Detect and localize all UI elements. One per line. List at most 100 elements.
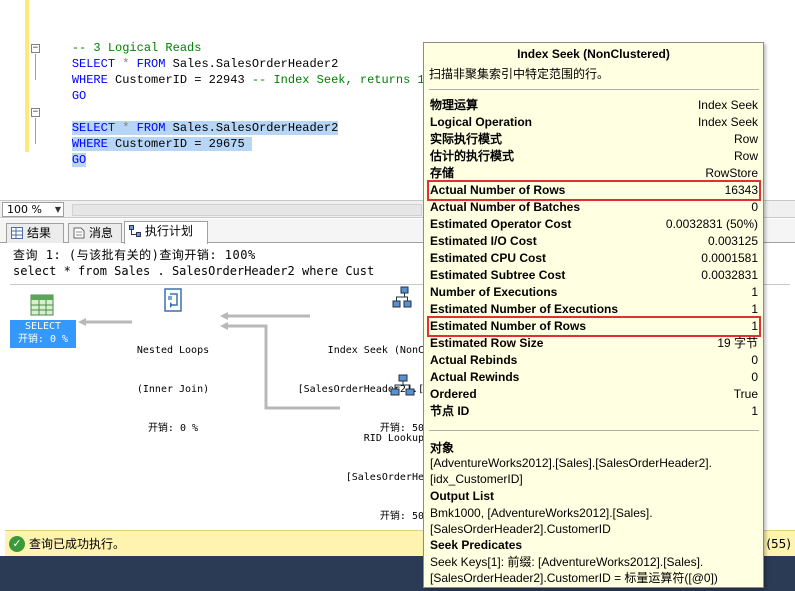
property-name: Estimated Row Size (430, 336, 544, 350)
zoom-select[interactable]: 100 % ▼ (2, 202, 64, 217)
property-name: Ordered (430, 387, 477, 401)
nested-loops-subtitle: (Inner Join) (136, 384, 210, 395)
property-value: RowStore (705, 166, 758, 180)
tooltip-property-row: Estimated I/O Cost 0.003125 (429, 233, 759, 250)
tab-results[interactable]: 结果 (6, 223, 64, 243)
property-value: 0 (751, 200, 758, 214)
tooltip-property-row: Actual Number of Batches 0 (429, 199, 759, 216)
property-value: 1 (751, 319, 758, 333)
object-value: [AdventureWorks2012].[Sales].[SalesOrder… (430, 456, 712, 486)
property-name: 实际执行模式 (430, 132, 503, 146)
object-heading: 对象 (430, 441, 455, 455)
code-line-7[interactable]: GO (43, 136, 87, 167)
dropdown-arrow-icon: ▼ (54, 205, 61, 214)
property-value: 1 (751, 404, 758, 418)
collapse-toggle-2[interactable]: − (31, 108, 40, 117)
tooltip-property-row: Logical Operation Index Seek (429, 114, 759, 131)
grid-icon (11, 227, 23, 239)
property-value: 0 (751, 370, 758, 384)
select-operator-name: SELECT (24, 321, 62, 332)
rid-lookup-operator[interactable]: RID Lookup [SalesOrderHe 开销: 50 (330, 406, 424, 549)
tooltip-property-row: 估计的执行模式 Row (429, 148, 759, 165)
tooltip-divider (429, 430, 759, 431)
property-value: Row (733, 149, 758, 163)
tab-messages[interactable]: 消息 (68, 223, 122, 243)
rid-lookup-icon[interactable] (390, 374, 416, 398)
rid-lookup-subtitle: [SalesOrderHe (345, 472, 424, 483)
output-list-value: Bmk1000, [AdventureWorks2012].[Sales]. [… (430, 506, 653, 536)
tooltip-property-row: Estimated Number of Rows 1 (427, 316, 761, 337)
tooltip-property-row: Actual Rewinds 0 (429, 369, 759, 386)
tooltip-title: Index Seek (NonClustered) (517, 47, 670, 61)
property-name: 存储 (430, 166, 455, 180)
nested-loops-icon[interactable] (162, 288, 184, 312)
operator-properties-tooltip: Index Seek (NonClustered) 扫描非聚集索引中特定范围的行… (423, 42, 764, 588)
tooltip-property-row: Estimated Operator Cost 0.0032831 (50%) (429, 216, 759, 233)
tooltip-description: 扫描非聚集索引中特定范围的行。 (429, 67, 610, 81)
outline-guide-2 (35, 118, 36, 144)
seek-predicates-value: Seek Keys[1]: 前缀: [AdventureWorks2012].[… (430, 555, 718, 585)
property-name: 物理运算 (430, 98, 479, 112)
code-line-3[interactable]: WHERE CustomerID = 22943 -- Index Seek, … (43, 56, 461, 87)
tooltip-property-row: 实际执行模式 Row (429, 131, 759, 148)
property-name: Actual Rebinds (430, 353, 518, 367)
index-seek-name: Index Seek (NonC (327, 345, 424, 356)
code-line-2[interactable]: SELECT * FROM Sales.SalesOrderHeader2 (43, 40, 338, 71)
property-value: 0.0032831 (701, 268, 758, 282)
property-name: Estimated Number of Rows (430, 319, 587, 333)
nested-loops-cost: 开销: 0 % (147, 423, 199, 434)
nested-loops-operator[interactable]: Nested Loops (Inner Join) 开销: 0 % (124, 318, 222, 461)
code-line-5[interactable]: SELECT * FROM Sales.SalesOrderHeader2 (43, 104, 339, 135)
code-line-4[interactable]: GO (43, 72, 86, 103)
tab-execution-plan-label: 执行计划 (145, 224, 194, 238)
collapse-toggle-1[interactable]: − (31, 44, 40, 53)
select-operator-cost: 开销: 0 % (17, 334, 69, 345)
where-clause: CustomerID = 29675 (107, 137, 245, 151)
rid-lookup-cost: 开销: 50 (379, 511, 424, 522)
success-check-icon: ✓ (9, 536, 25, 552)
property-value: 16343 (724, 183, 758, 197)
select-operator-icon[interactable] (30, 294, 54, 316)
tooltip-property-row: 物理运算 Index Seek (429, 97, 759, 114)
tooltip-property-row: 节点 ID 1 (429, 403, 759, 420)
tooltip-property-row: Estimated CPU Cost 0.0001581 (429, 250, 759, 267)
property-name: Estimated Subtree Cost (430, 268, 566, 282)
nested-loops-name: Nested Loops (136, 345, 210, 356)
tab-messages-label: 消息 (89, 226, 114, 240)
message-icon (73, 227, 85, 239)
code-line-1[interactable]: -- 3 Logical Reads (43, 24, 202, 55)
property-value: 0.003125 (707, 234, 758, 248)
property-name: 节点 ID (430, 404, 470, 418)
where-clause: CustomerID = 22943 (107, 73, 252, 87)
tooltip-divider (429, 89, 759, 90)
tooltip-property-row: Ordered True (429, 386, 759, 403)
code-line-6[interactable]: WHERE CustomerID = 29675 (43, 120, 252, 151)
horizontal-scrollbar[interactable] (72, 204, 422, 216)
property-value: 1 (751, 285, 758, 299)
property-name: Number of Executions (430, 285, 558, 299)
property-value: Index Seek (697, 98, 758, 112)
property-name: Estimated I/O Cost (430, 234, 537, 248)
property-value: 1 (751, 302, 758, 316)
tooltip-property-row: Estimated Row Size 19 字节 (429, 335, 759, 352)
property-name: Actual Number of Rows (430, 183, 566, 197)
tooltip-property-row: Estimated Number of Executions 1 (429, 301, 759, 318)
outline-guide-1 (35, 54, 36, 80)
property-name: Actual Number of Batches (430, 200, 581, 214)
tab-execution-plan[interactable]: 执行计划 (124, 221, 208, 244)
tooltip-property-row: 存储 RowStore (429, 165, 759, 182)
property-name: Estimated Operator Cost (430, 217, 572, 231)
keyword-go: GO (71, 153, 87, 167)
changed-lines-marker (25, 0, 29, 152)
rid-lookup-name: RID Lookup (363, 433, 424, 444)
property-value: 0.0001581 (701, 251, 758, 265)
property-name: Logical Operation (430, 115, 533, 129)
property-value: 0 (751, 353, 758, 367)
select-operator[interactable]: SELECT 开销: 0 % (10, 320, 76, 348)
index-seek-icon[interactable] (392, 286, 416, 310)
output-list-heading: Output List (430, 489, 494, 503)
tooltip-property-row: Estimated Subtree Cost 0.0032831 (429, 267, 759, 284)
tooltip-property-row: Actual Number of Rows 16343 (427, 180, 761, 201)
seek-predicates-heading: Seek Predicates (430, 538, 523, 552)
property-value: True (733, 387, 758, 401)
